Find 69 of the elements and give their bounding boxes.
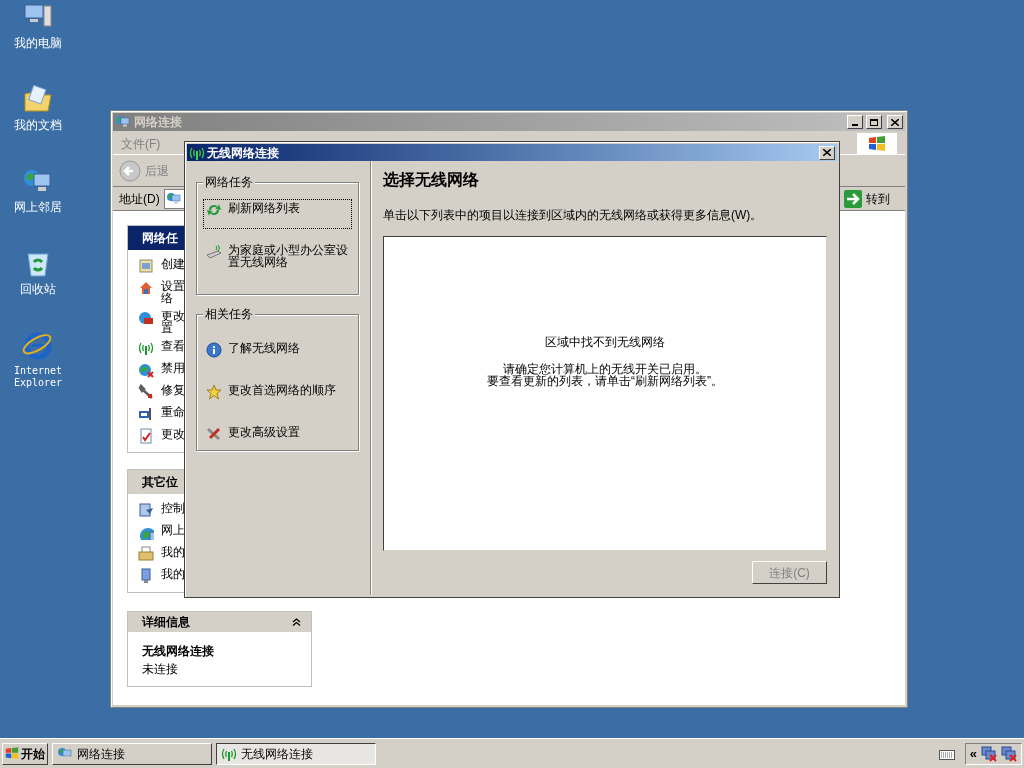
globe-monitor-icon [115, 114, 131, 130]
info-icon [206, 342, 222, 358]
task-link[interactable]: 刷新网络列表 [203, 199, 352, 229]
task-link[interactable]: 重命 [161, 406, 185, 418]
wrench-icon [138, 384, 154, 400]
house-icon [138, 280, 154, 296]
network-disconnected-icon[interactable] [981, 745, 997, 762]
empty-list-message: 区域中找不到无线网络 [545, 334, 665, 351]
tools-icon [206, 426, 222, 442]
desktop-icon-label[interactable]: 网上邻居 [3, 201, 73, 213]
task-link[interactable]: 更改高级设置 [203, 423, 352, 445]
hint-text: 请确定您计算机上的无线开关已启用。 [503, 363, 707, 375]
task-link[interactable]: 我的 [161, 546, 185, 558]
close-button[interactable] [819, 145, 835, 160]
task-link[interactable]: 控制 [161, 502, 185, 514]
close-button[interactable] [887, 115, 903, 129]
router-icon [206, 244, 222, 260]
close-icon [891, 118, 899, 126]
task-link[interactable]: 创建 [161, 258, 185, 270]
desktop-icon-label[interactable]: 回收站 [3, 283, 73, 295]
start-button[interactable]: 开始 [2, 742, 48, 765]
task-link[interactable]: 网上 [161, 524, 185, 536]
task-link[interactable]: 更改 [161, 428, 185, 440]
star-icon [206, 384, 222, 400]
close-icon [823, 149, 831, 156]
task-link[interactable]: 更改置 [161, 310, 185, 334]
go-button[interactable]: 转到 [841, 189, 892, 208]
antenna-icon [138, 340, 154, 356]
maximize-button[interactable] [866, 115, 882, 129]
monitor-icon [138, 406, 154, 422]
desktop-icon-label[interactable]: 我的电脑 [3, 37, 73, 49]
address-label: 地址(D) [119, 190, 160, 208]
task-link[interactable]: 我的 [161, 568, 185, 580]
globe-icon [138, 362, 154, 378]
task-link[interactable]: 了解无线网络 [203, 339, 352, 361]
minimize-button[interactable] [847, 115, 863, 129]
task-link[interactable]: 修复 [161, 384, 185, 396]
group-title: 网络任务 [203, 175, 255, 189]
window-icon [138, 258, 154, 274]
group-title: 相关任务 [203, 307, 255, 321]
browser-icon [22, 330, 54, 362]
device-icon [138, 568, 154, 584]
desktop-icon-label[interactable]: 我的文档 [3, 119, 73, 131]
globe-monitor-icon [165, 190, 182, 207]
hint-text: 要查看更新的列表，请单击“刷新网络列表”。 [487, 375, 723, 387]
task-link[interactable]: 更改首选网络的顺序 [203, 381, 352, 403]
task-link[interactable]: 设置络 [161, 280, 185, 304]
desktop-icon-label[interactable]: Internet Explorer [3, 365, 73, 389]
windows-logo-icon [5, 747, 19, 760]
detail-status: 未连接 [142, 661, 179, 678]
panel-header: 详细信息 [128, 612, 311, 632]
show-hidden-icons-button[interactable]: « [969, 747, 977, 760]
detail-name: 无线网络连接 [142, 643, 215, 660]
instruction-text: 单击以下列表中的项目以连接到区域内的无线网络或获得更多信息(W)。 [383, 207, 764, 224]
keyboard-icon[interactable] [938, 747, 955, 760]
window-title: 网络连接 [134, 114, 182, 131]
document-icon [138, 428, 154, 444]
network-disconnected-icon[interactable] [1001, 745, 1017, 762]
arrow-icon [843, 189, 862, 208]
collapse-chevron-icon[interactable] [292, 618, 301, 626]
taskbar-button[interactable]: 无线网络连接 [216, 742, 376, 765]
task-link[interactable]: 禁用 [161, 362, 185, 374]
network-list[interactable]: 区域中找不到无线网络 请确定您计算机上的无线开关已启用。 要查看更新的列表，请单击“刷新网络列表”。 [383, 236, 827, 551]
window-title: 无线网络连接 [207, 144, 279, 162]
task-link[interactable]: 查看 [161, 340, 185, 352]
taskbar-button[interactable]: 网络连接 [52, 742, 212, 765]
panel-icon [138, 502, 154, 518]
dialog-heading: 选择无线网络 [383, 170, 480, 190]
refresh-icon [206, 202, 222, 218]
